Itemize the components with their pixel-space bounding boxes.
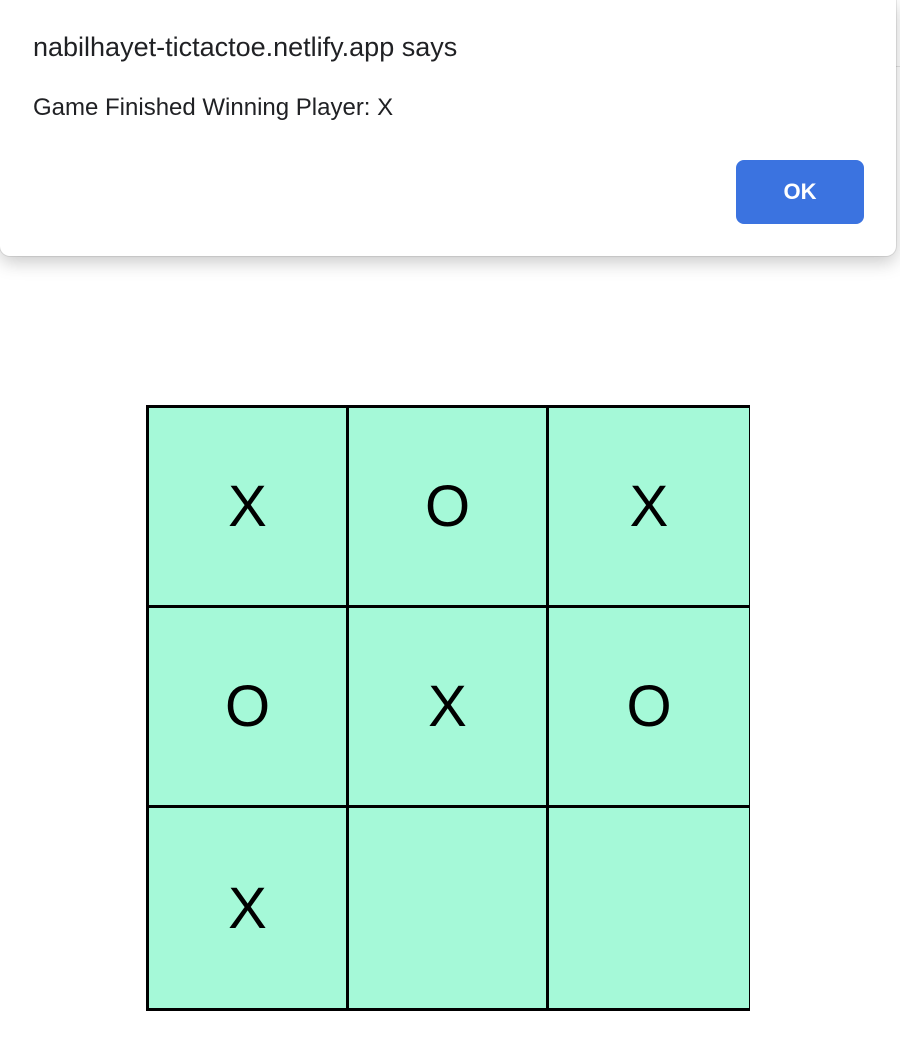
tictactoe-board: X O X O X O X: [146, 405, 750, 1011]
board-cell-1[interactable]: X: [149, 408, 349, 608]
board-cell-4[interactable]: O: [149, 608, 349, 808]
ok-button[interactable]: OK: [736, 160, 864, 224]
dialog-message: Game Finished Winning Player: X: [33, 94, 394, 121]
board-cell-3[interactable]: X: [549, 408, 749, 608]
alert-dialog: nabilhayet-tictactoe.netlify.app says Ga…: [0, 0, 896, 256]
board-cell-8[interactable]: [349, 808, 549, 1008]
dialog-title: nabilhayet-tictactoe.netlify.app says: [33, 32, 458, 62]
board-cell-2[interactable]: O: [349, 408, 549, 608]
board-cell-7[interactable]: X: [149, 808, 349, 1008]
board-cell-6[interactable]: O: [549, 608, 749, 808]
board-cell-5[interactable]: X: [349, 608, 549, 808]
page: s nabilhayet-tictactoe.netlify.app says …: [0, 0, 900, 1054]
board-cell-9[interactable]: [549, 808, 749, 1008]
